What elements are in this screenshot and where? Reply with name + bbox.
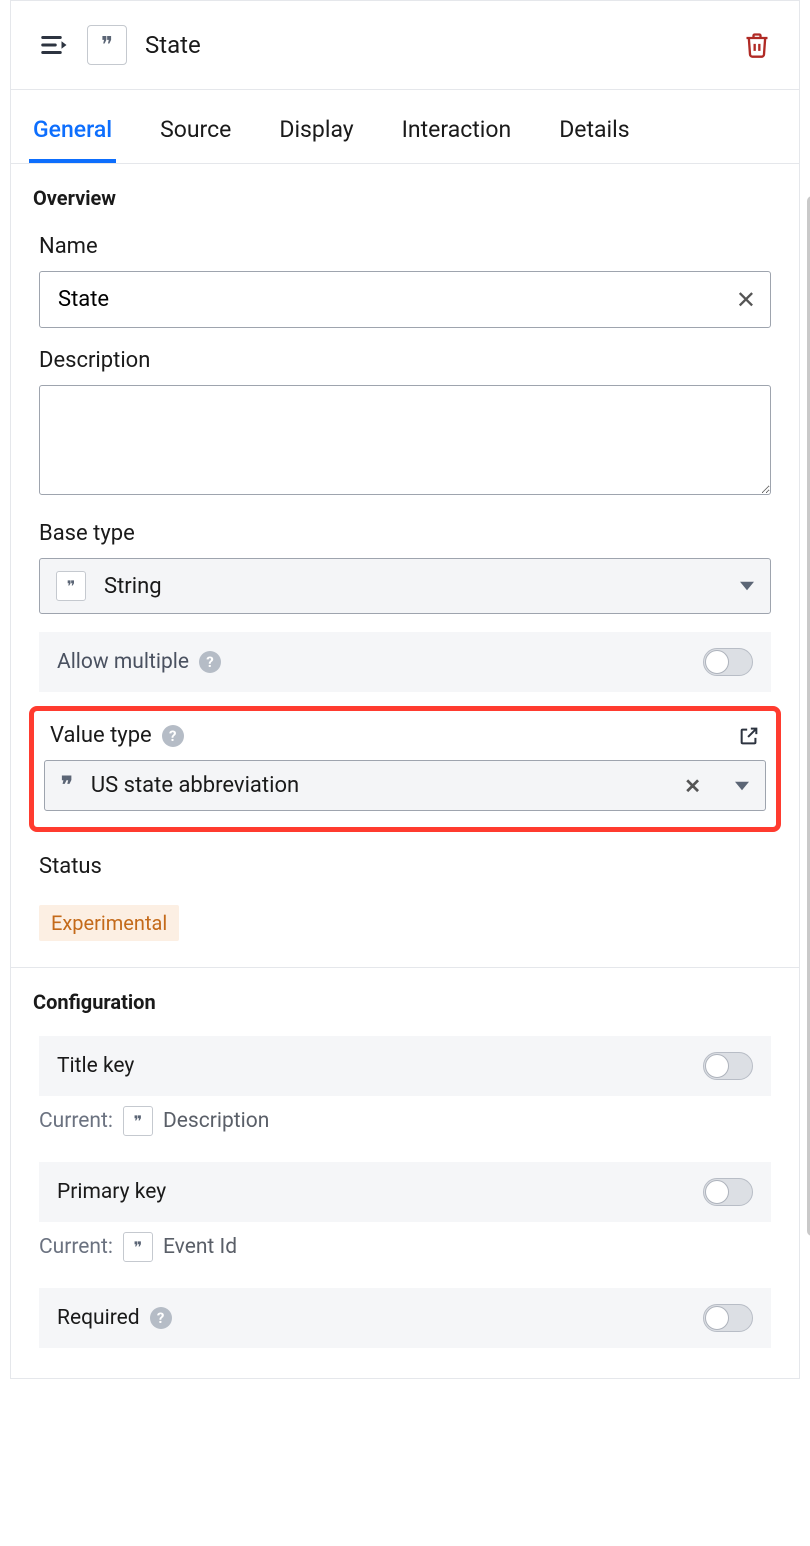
value-type-label: Value type — [50, 723, 152, 748]
required-label: Required — [57, 1306, 140, 1330]
clear-name-icon[interactable]: ✕ — [736, 286, 756, 314]
chevron-down-icon — [735, 779, 749, 793]
open-external-icon[interactable] — [738, 725, 760, 747]
title-key-label: Title key — [57, 1054, 134, 1078]
primary-key-current-value: Event Id — [163, 1235, 237, 1259]
chevron-down-icon — [740, 579, 754, 593]
base-type-value: String — [104, 574, 162, 599]
tab-general[interactable]: General — [29, 110, 116, 163]
status-badge: Experimental — [39, 905, 179, 941]
allow-multiple-toggle[interactable] — [703, 648, 753, 676]
string-type-icon: ❞ — [56, 571, 86, 601]
collapse-panel-icon[interactable] — [39, 30, 69, 60]
primary-key-current: Current: ❞ Event Id — [11, 1222, 799, 1276]
current-label: Current: — [39, 1235, 113, 1259]
help-icon[interactable]: ? — [162, 725, 184, 747]
string-type-icon: ❞ — [123, 1106, 153, 1136]
panel-header: ❞ State — [11, 1, 799, 90]
status-field: Status — [11, 850, 799, 897]
required-toggle[interactable] — [703, 1304, 753, 1332]
delete-button[interactable] — [743, 31, 771, 59]
allow-multiple-label: Allow multiple — [57, 650, 189, 674]
title-key-row: Title key — [39, 1036, 771, 1096]
help-icon[interactable]: ? — [150, 1307, 172, 1329]
primary-key-row: Primary key — [39, 1162, 771, 1222]
clear-value-type-icon[interactable]: ✕ — [684, 774, 701, 798]
description-label: Description — [39, 348, 771, 373]
quote-icon: ❞ — [61, 773, 73, 798]
value-type-select[interactable]: ❞ US state abbreviation ✕ — [44, 760, 766, 811]
primary-key-label: Primary key — [57, 1180, 166, 1204]
primary-key-toggle[interactable] — [703, 1178, 753, 1206]
value-type-header: Value type ? — [44, 723, 766, 760]
description-input[interactable] — [39, 385, 771, 495]
base-type-select[interactable]: ❞ String — [39, 558, 771, 614]
name-input-wrapper: ✕ — [39, 271, 771, 328]
property-editor-panel: ❞ State General Source Display Interacti… — [10, 0, 800, 1379]
status-label: Status — [39, 854, 771, 879]
tab-interaction[interactable]: Interaction — [398, 110, 516, 163]
title-key-toggle[interactable] — [703, 1052, 753, 1080]
help-icon[interactable]: ? — [199, 651, 221, 673]
name-field: Name ✕ — [11, 220, 799, 334]
base-type-label: Base type — [39, 521, 771, 546]
required-row: Required ? — [39, 1288, 771, 1348]
title-key-current-value: Description — [163, 1109, 269, 1133]
panel-body: Overview Name ✕ Description Base type ❞ … — [11, 164, 799, 1378]
tab-source[interactable]: Source — [156, 110, 235, 163]
value-type-highlight: Value type ? ❞ US state abbreviation ✕ — [29, 706, 781, 832]
configuration-section-title: Configuration — [11, 968, 799, 1024]
string-type-icon: ❞ — [123, 1232, 153, 1262]
current-label: Current: — [39, 1109, 113, 1133]
tab-details[interactable]: Details — [555, 110, 633, 163]
value-type-value: US state abbreviation — [91, 773, 299, 798]
base-type-field: Base type ❞ String — [11, 507, 799, 620]
overview-section-title: Overview — [11, 164, 799, 220]
tab-bar: General Source Display Interaction Detai… — [11, 90, 799, 164]
name-label: Name — [39, 234, 771, 259]
tab-display[interactable]: Display — [275, 110, 357, 163]
title-key-current: Current: ❞ Description — [11, 1096, 799, 1150]
name-input[interactable] — [56, 286, 722, 313]
description-field: Description — [11, 334, 799, 507]
panel-title: State — [145, 31, 725, 59]
allow-multiple-row: Allow multiple ? — [39, 632, 771, 692]
string-type-icon: ❞ — [87, 25, 127, 65]
